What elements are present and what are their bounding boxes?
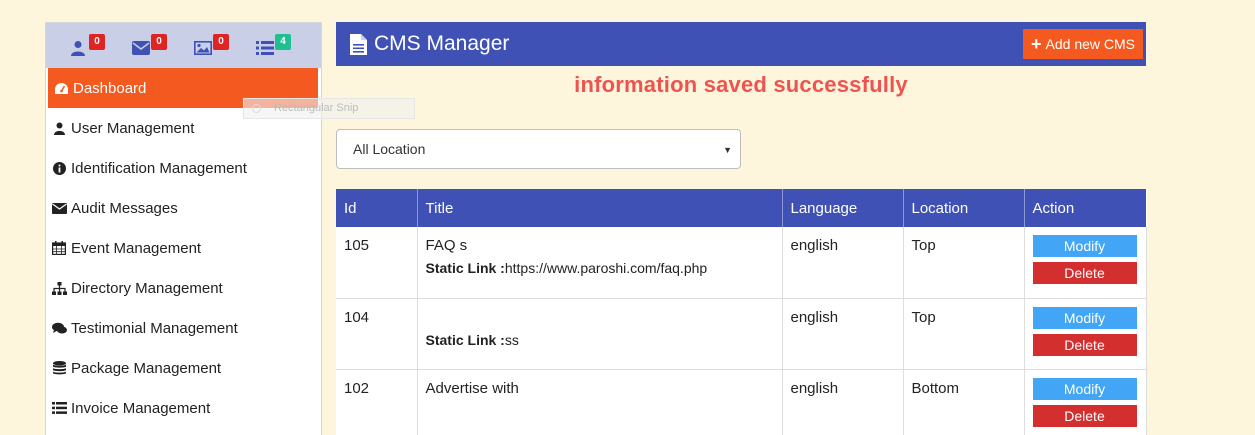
column-header-language: Language: [782, 189, 904, 227]
table-row: 104 Static Link :ss english Top Modify D…: [336, 298, 1147, 370]
info-circle-icon: [51, 161, 67, 175]
table-row: 102 Advertise with english Bottom Modify…: [336, 369, 1147, 435]
cell-location: Top: [903, 227, 1025, 299]
table-row: 105 FAQ s Static Link :https://www.paros…: [336, 227, 1147, 299]
snip-overlay: Rectangular Snip: [243, 98, 415, 119]
title-text: FAQ s: [425, 237, 468, 254]
user-icon: [51, 121, 67, 135]
static-link-label: Static Link :: [425, 331, 505, 348]
notification-bar: 0 0 0 4: [46, 23, 321, 68]
static-link-label: Static Link :: [425, 260, 505, 276]
plus-icon: +: [1031, 33, 1042, 54]
cell-language: english: [782, 298, 904, 370]
modify-button[interactable]: Modify: [1032, 235, 1137, 257]
database-icon: [51, 361, 67, 375]
modify-button[interactable]: Modify: [1032, 306, 1137, 329]
column-header-location: Location: [903, 189, 1025, 227]
static-link: Static Link :https://www.paroshi.com/faq…: [426, 260, 774, 276]
snip-label: Rectangular Snip: [274, 102, 359, 114]
sidebar-item-invoice-management[interactable]: Invoice Management: [46, 388, 321, 428]
cell-action: Modify Delete: [1024, 298, 1147, 370]
delete-button[interactable]: Delete: [1032, 262, 1137, 284]
success-message: information saved successfully: [574, 72, 908, 97]
chevron-down-icon: ▼: [723, 145, 732, 155]
table-header-row: Id Title Language Location Action: [336, 189, 1146, 227]
sidebar-item-testimonial-management[interactable]: Testimonial Management: [46, 308, 321, 348]
column-header-title: Title: [417, 189, 783, 227]
snip-icon: [252, 104, 261, 113]
cms-table: Id Title Language Location Action 105 FA…: [336, 189, 1147, 435]
cell-action: Modify Delete: [1024, 369, 1147, 435]
sidebar-item-identification-management[interactable]: Identification Management: [46, 148, 321, 188]
envelope-icon: [132, 41, 150, 55]
sidebar-item-label: Dashboard: [73, 79, 147, 97]
cell-id: 102: [336, 369, 418, 435]
add-new-cms-label: Add new CMS: [1045, 36, 1135, 52]
sidebar-nav: Dashboard User Management Identification…: [46, 68, 321, 428]
location-select-value: All Location: [353, 141, 426, 157]
column-header-action: Action: [1024, 189, 1146, 227]
list-icon: [256, 41, 274, 55]
page-title: CMS Manager: [336, 32, 509, 56]
title-text: [426, 309, 774, 326]
badge-count: 0: [89, 34, 105, 50]
delete-button[interactable]: Delete: [1032, 333, 1137, 356]
add-new-cms-button[interactable]: + Add new CMS: [1023, 29, 1143, 59]
tasks-notification[interactable]: 4: [252, 23, 314, 68]
images-notification[interactable]: 0: [190, 23, 252, 68]
user-icon: [71, 41, 85, 56]
column-header-id: Id: [336, 189, 418, 227]
sidebar-item-label: User Management: [71, 119, 195, 137]
page-title-text: CMS Manager: [374, 32, 510, 55]
image-icon: [194, 41, 212, 55]
cell-location: Bottom: [903, 369, 1025, 435]
list-icon: [51, 401, 67, 415]
sidebar-item-event-management[interactable]: Event Management: [46, 228, 321, 268]
page-header: CMS Manager + Add new CMS: [336, 22, 1146, 66]
cell-language: english: [782, 369, 904, 435]
static-link-value: https://www.paroshi.com/faq.php: [504, 260, 708, 276]
cell-id: 105: [336, 227, 418, 299]
sidebar-item-label: Testimonial Management: [71, 319, 238, 337]
file-icon: [350, 33, 367, 55]
sidebar-item-label: Identification Management: [71, 159, 247, 177]
cell-title: Static Link :ss: [417, 298, 783, 370]
messages-notification[interactable]: 0: [128, 23, 190, 68]
sidebar-item-package-management[interactable]: Package Management: [46, 348, 321, 388]
delete-button[interactable]: Delete: [1032, 404, 1137, 427]
cell-language: english: [782, 227, 904, 299]
comments-icon: [51, 321, 67, 335]
sidebar-item-label: Package Management: [71, 359, 222, 377]
badge-count: 0: [151, 34, 167, 50]
sidebar-item-audit-messages[interactable]: Audit Messages: [46, 188, 321, 228]
sidebar: 0 0 0 4 Dashboard User Management Identi…: [45, 22, 322, 435]
cell-location: Top: [903, 298, 1025, 370]
calendar-icon: [51, 241, 67, 255]
cell-title: Advertise with: [417, 369, 783, 435]
modify-button[interactable]: Modify: [1032, 377, 1137, 400]
sitemap-icon: [51, 281, 67, 295]
cell-title: FAQ s Static Link :https://www.paroshi.c…: [417, 227, 783, 299]
cell-id: 104: [336, 298, 418, 370]
sidebar-item-label: Audit Messages: [71, 199, 178, 217]
sidebar-item-label: Event Management: [71, 239, 202, 257]
dashboard-icon: [53, 81, 69, 95]
sidebar-item-label: Directory Management: [71, 279, 223, 297]
cell-action: Modify Delete: [1024, 227, 1147, 299]
static-link-value: ss: [504, 331, 519, 348]
envelope-icon: [51, 201, 67, 215]
sidebar-item-directory-management[interactable]: Directory Management: [46, 268, 321, 308]
users-notification[interactable]: 0: [66, 23, 128, 68]
static-link: Static Link :ss: [426, 332, 774, 348]
sidebar-item-label: Invoice Management: [71, 399, 211, 417]
location-select[interactable]: All Location ▼: [336, 129, 741, 169]
title-text: Advertise with: [425, 379, 519, 397]
badge-count: 0: [213, 34, 229, 50]
badge-count: 4: [275, 34, 291, 50]
